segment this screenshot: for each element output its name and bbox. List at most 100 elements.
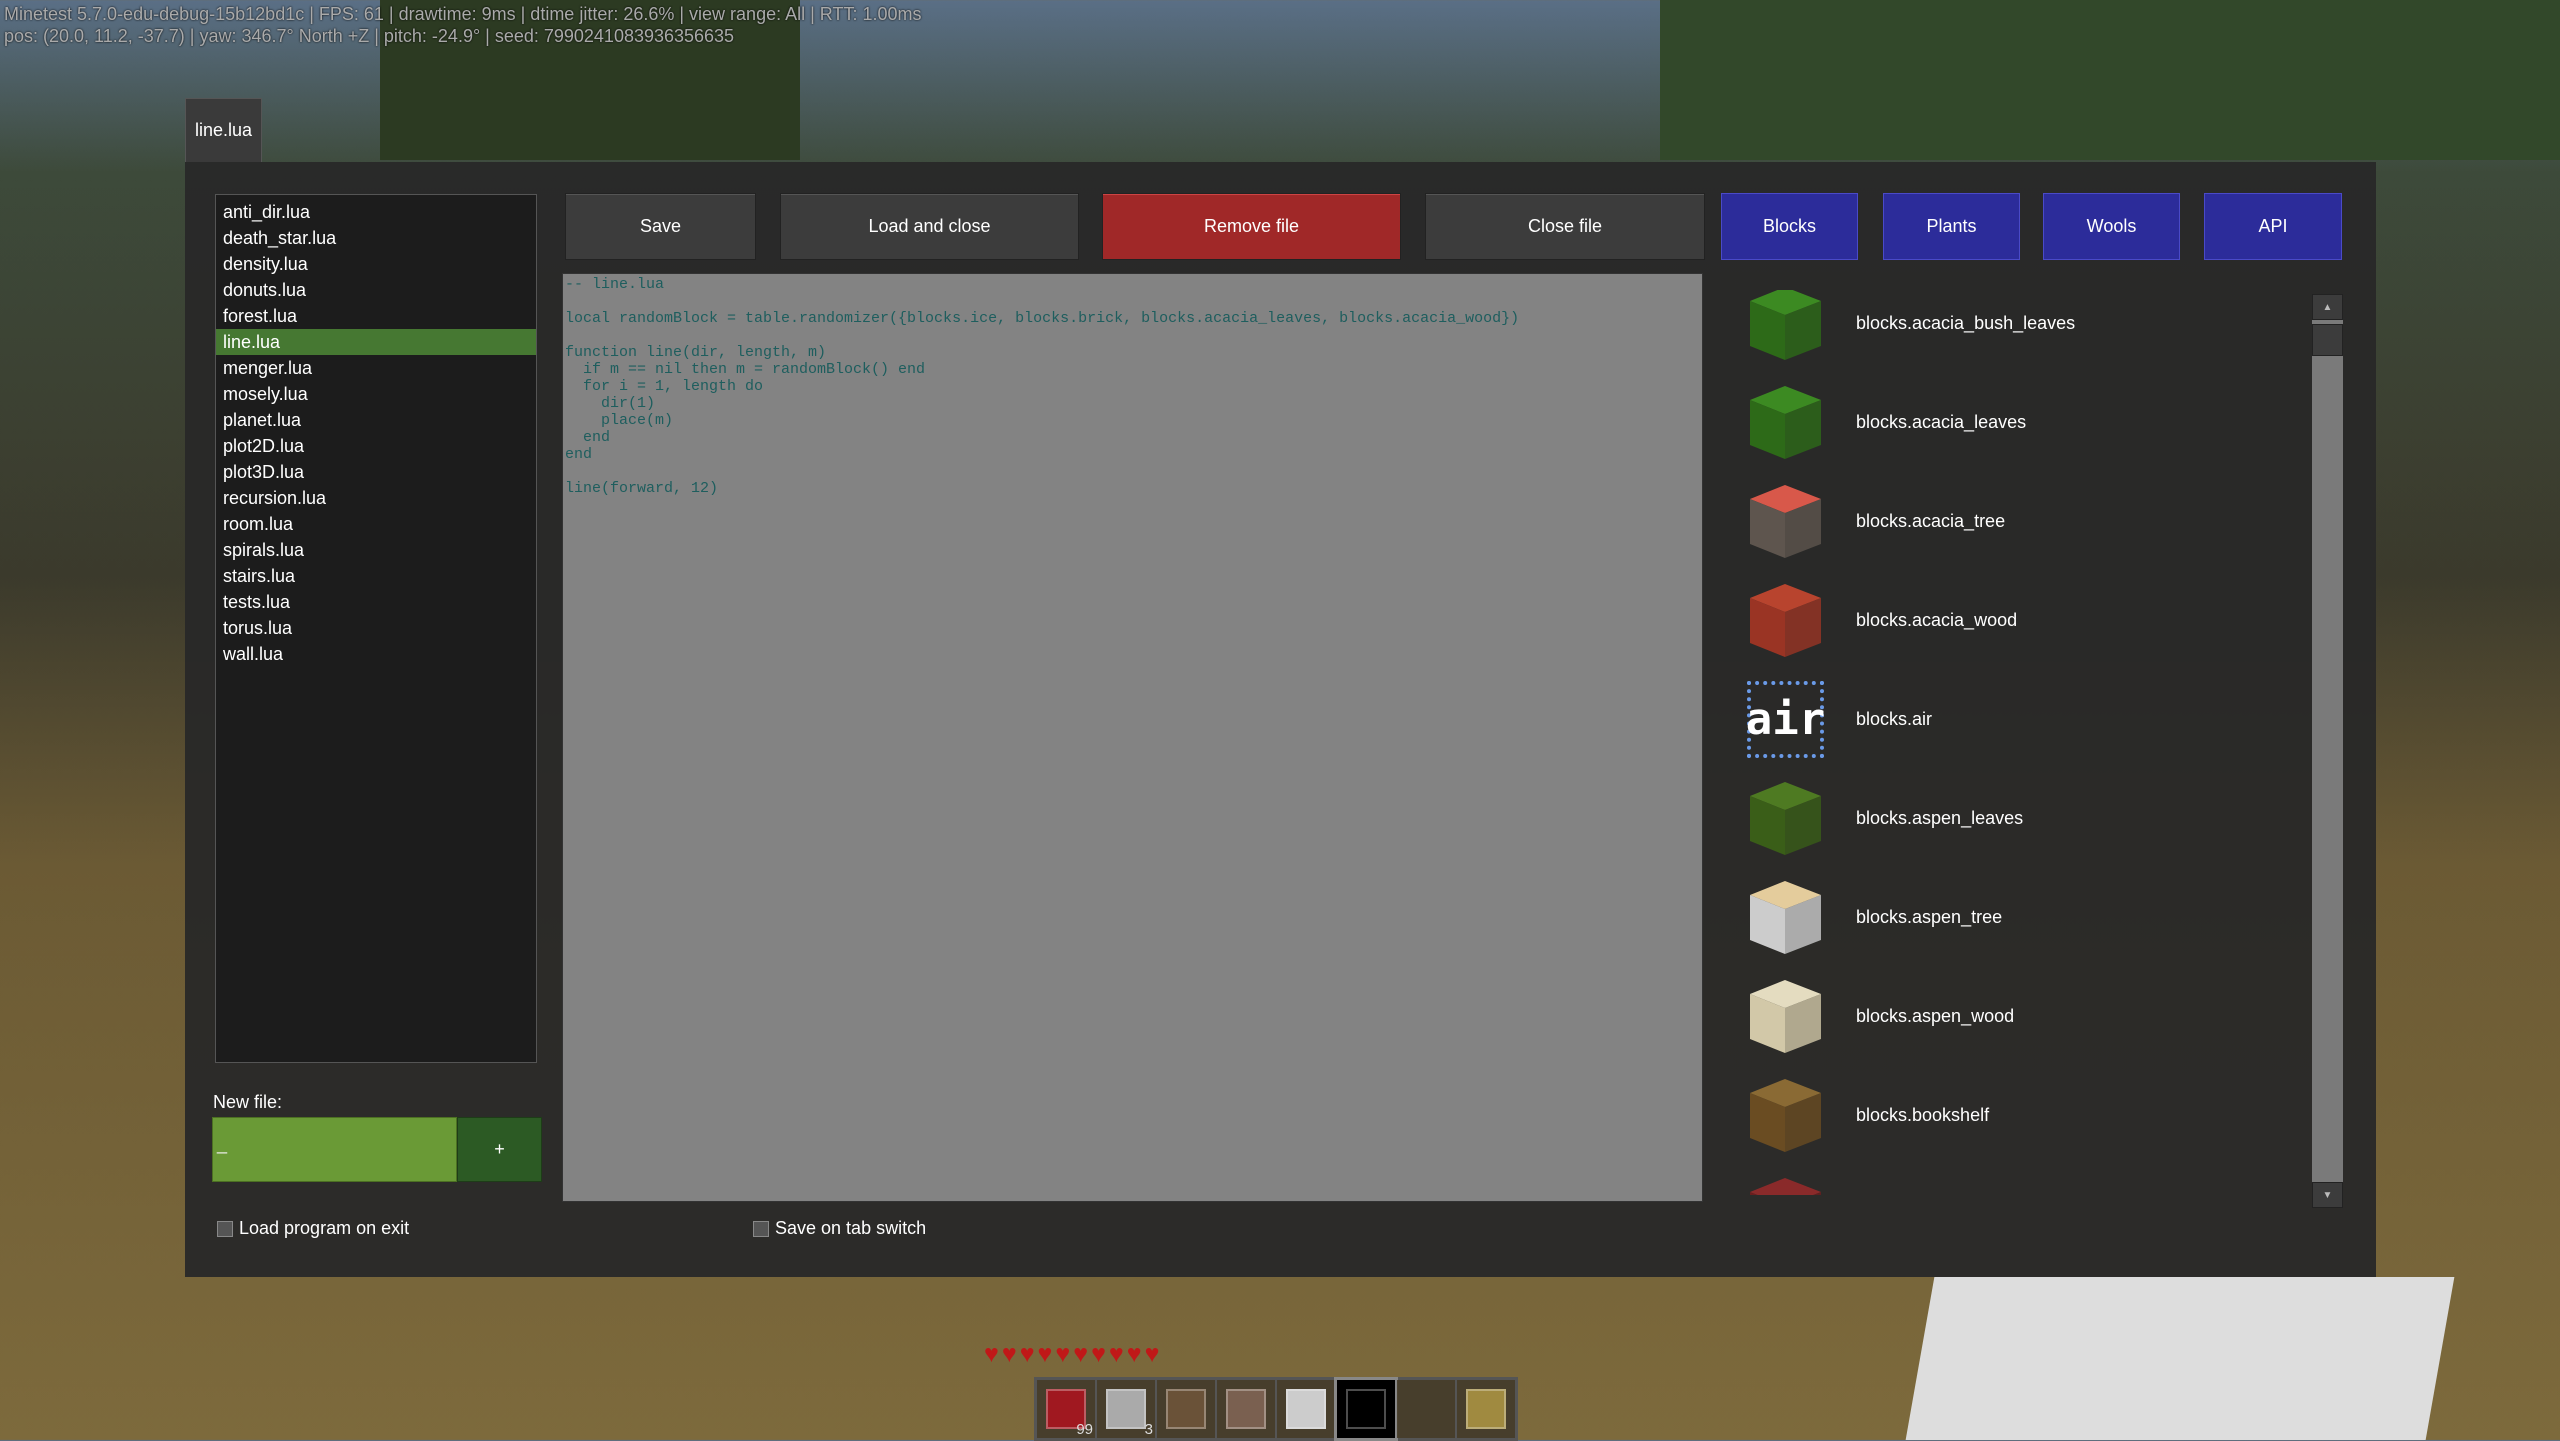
air-icon: air: [1746, 681, 1825, 758]
file-item[interactable]: stairs.lua: [216, 563, 536, 589]
block-name: blocks.acacia_bush_leaves: [1856, 313, 2076, 333]
block-item[interactable]: blocks.aspen_tree: [1730, 868, 2300, 967]
wools-tab-button[interactable]: Wools: [2043, 193, 2180, 260]
item-icon: [1106, 1389, 1146, 1429]
file-item[interactable]: plot2D.lua: [216, 433, 536, 459]
tab-line-lua[interactable]: line.lua: [185, 98, 262, 162]
block-icon: [1747, 290, 1824, 362]
block-item[interactable]: blocks.aspen_wood: [1730, 967, 2300, 1066]
block-list[interactable]: blocks.acacia_bush_leaves blocks.acacia_l…: [1730, 290, 2300, 1195]
block-name: blocks.aspen_wood: [1856, 1006, 2015, 1026]
blocks-tab-button[interactable]: Blocks: [1721, 193, 1858, 260]
hotbar-slot[interactable]: 99: [1037, 1380, 1095, 1438]
file-item[interactable]: tests.lua: [216, 589, 536, 615]
file-item[interactable]: mosely.lua: [216, 381, 536, 407]
scrollbar-thumb[interactable]: [2312, 324, 2343, 356]
debug-info-line1: Minetest 5.7.0-edu-debug-15b12bd1c | FPS…: [4, 4, 922, 24]
checkbox-box[interactable]: [753, 1220, 769, 1237]
block-name: blocks.acacia_leaves: [1856, 412, 2027, 432]
file-item[interactable]: density.lua: [216, 251, 536, 277]
file-item[interactable]: death_star.lua: [216, 225, 536, 251]
item-icon: [1466, 1389, 1506, 1429]
file-item[interactable]: anti_dir.lua: [216, 199, 536, 225]
hotbar-slot[interactable]: [1217, 1380, 1275, 1438]
file-item[interactable]: spirals.lua: [216, 537, 536, 563]
debug-info-line2: pos: (20.0, 11.2, -37.7) | yaw: 346.7° N…: [4, 26, 735, 46]
checkbox-label: Save on tab switch: [775, 1218, 927, 1238]
block-item[interactable]: blocks.acacia_leaves: [1730, 373, 2300, 472]
block-name: blocks.acacia_tree: [1856, 511, 2006, 531]
add-file-button[interactable]: +: [457, 1117, 542, 1182]
hotbar-slot[interactable]: [1397, 1380, 1455, 1438]
file-item[interactable]: donuts.lua: [216, 277, 536, 303]
plants-tab-button[interactable]: Plants: [1883, 193, 2020, 260]
item-icon: [1166, 1389, 1206, 1429]
block-icon: [1747, 582, 1824, 659]
hotbar-slot[interactable]: 3: [1097, 1380, 1155, 1438]
file-item[interactable]: wall.lua: [216, 641, 536, 667]
scene-tree: [1660, 0, 2560, 160]
heart-icon: ♥: [1001, 1340, 1017, 1368]
block-name: blocks.air: [1856, 709, 1933, 729]
file-item[interactable]: recursion.lua: [216, 485, 536, 511]
item-icon: [1346, 1389, 1386, 1429]
scroll-up-button[interactable]: ▲: [2312, 294, 2343, 320]
hotbar-slot[interactable]: [1457, 1380, 1515, 1438]
item-icon: [1286, 1389, 1326, 1429]
hotbar-slot[interactable]: [1157, 1380, 1215, 1438]
block-item[interactable]: blocks.acacia_tree: [1730, 472, 2300, 571]
item-icon: [1226, 1389, 1266, 1429]
scene-ground-object: [1905, 1277, 2455, 1440]
block-icon: [1747, 1077, 1824, 1154]
block-icon: [1747, 780, 1824, 857]
heart-icon: ♥: [1091, 1340, 1106, 1368]
new-file-label: New file:: [213, 1092, 283, 1112]
checkbox-box[interactable]: [217, 1220, 233, 1237]
item-count: 99: [1076, 1421, 1093, 1438]
file-item[interactable]: torus.lua: [216, 615, 536, 641]
health-bar: ♥ ♥ ♥ ♥ ♥ ♥ ♥ ♥ ♥ ♥: [984, 1342, 1159, 1367]
file-list[interactable]: anti_dir.lua death_star.lua density.lua don…: [215, 194, 537, 1063]
block-icon: [1747, 1176, 1824, 1195]
file-item[interactable]: menger.lua: [216, 355, 536, 381]
block-item[interactable]: air blocks.air: [1730, 670, 2300, 769]
hotbar-slot[interactable]: [1334, 1377, 1398, 1441]
new-file-input[interactable]: _: [212, 1117, 457, 1182]
load-and-close-button[interactable]: Load and close: [780, 193, 1079, 260]
hotbar-slot[interactable]: [1277, 1380, 1335, 1438]
block-name: blocks.bookshelf: [1856, 1105, 1990, 1125]
block-item[interactable]: blocks.acacia_wood: [1730, 571, 2300, 670]
save-button[interactable]: Save: [565, 193, 756, 260]
file-item[interactable]: room.lua: [216, 511, 536, 537]
checkbox-label: Load program on exit: [239, 1218, 410, 1238]
heart-icon: ♥: [1144, 1340, 1160, 1368]
load-on-exit-checkbox[interactable]: Load program on exit: [217, 1218, 409, 1239]
heart-icon: ♥: [1019, 1340, 1035, 1368]
file-item[interactable]: line.lua: [216, 329, 536, 355]
file-item[interactable]: forest.lua: [216, 303, 536, 329]
api-tab-button[interactable]: API: [2204, 193, 2342, 260]
block-item[interactable]: blocks.acacia_bush_leaves: [1730, 290, 2300, 373]
block-icon: [1747, 978, 1824, 1055]
file-item[interactable]: plot3D.lua: [216, 459, 536, 485]
block-list-scrollbar[interactable]: ▲ ▼: [2312, 294, 2343, 1208]
block-item[interactable]: [1730, 1165, 2300, 1195]
block-item[interactable]: blocks.bookshelf: [1730, 1066, 2300, 1165]
scroll-down-button[interactable]: ▼: [2312, 1182, 2343, 1208]
hotbar[interactable]: 99 3: [1034, 1377, 1518, 1441]
heart-icon: ♥: [1126, 1340, 1142, 1368]
block-name: blocks.aspen_tree: [1856, 907, 2003, 927]
close-file-button[interactable]: Close file: [1425, 193, 1705, 260]
heart-icon: ♥: [1108, 1340, 1124, 1368]
heart-icon: ♥: [1073, 1340, 1089, 1368]
remove-file-button[interactable]: Remove file: [1102, 193, 1401, 260]
save-on-tab-switch-checkbox[interactable]: Save on tab switch: [753, 1218, 926, 1239]
block-item[interactable]: blocks.aspen_leaves: [1730, 769, 2300, 868]
heart-icon: ♥: [984, 1340, 999, 1368]
block-icon: [1747, 384, 1824, 461]
block-icon: [1747, 483, 1824, 560]
heart-icon: ♥: [1037, 1340, 1053, 1368]
file-item[interactable]: planet.lua: [216, 407, 536, 433]
block-icon: [1747, 879, 1824, 956]
code-editor[interactable]: -- line.lua local randomBlock = table.ra…: [562, 273, 1703, 1202]
